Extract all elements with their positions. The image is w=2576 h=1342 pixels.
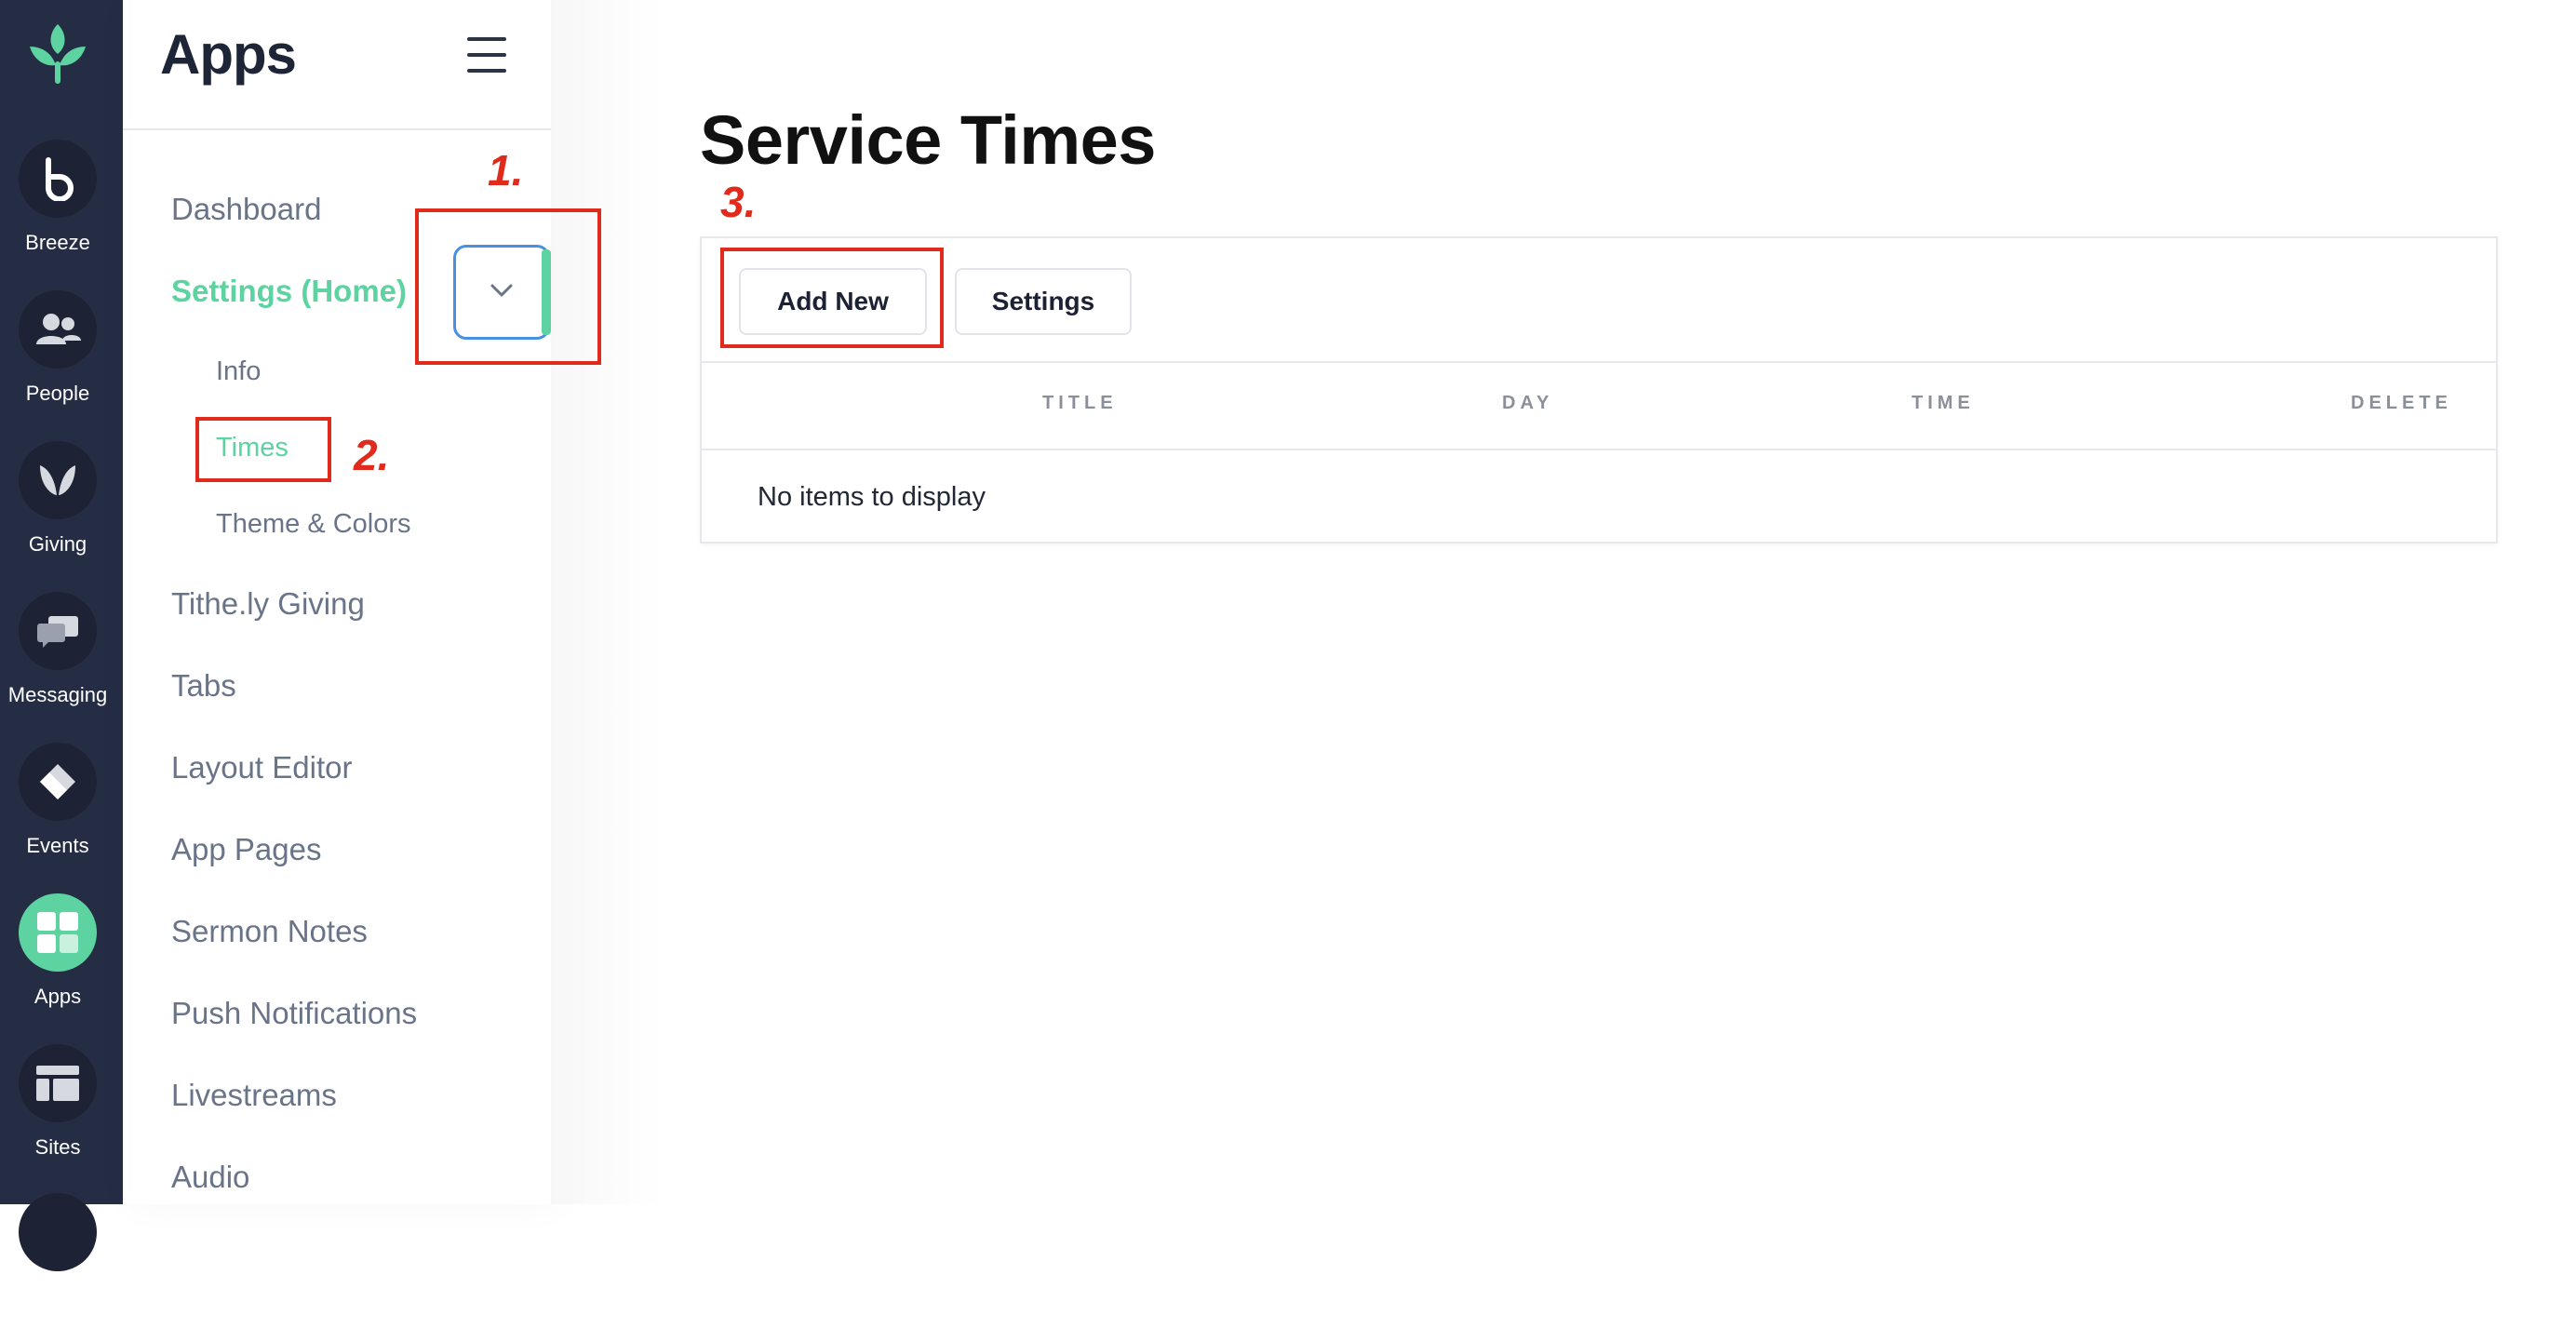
sidebar-subitem-theme-colors[interactable]: Theme & Colors — [216, 509, 411, 540]
rail-item-giving[interactable]: Giving — [0, 441, 123, 590]
sidebar-item-push-notifications[interactable]: Push Notifications — [171, 996, 417, 1031]
rail-label: Apps — [34, 985, 82, 1008]
events-icon — [19, 743, 97, 821]
sidebar-item-audio[interactable]: Audio — [171, 1160, 249, 1195]
rail-label: Sites — [34, 1135, 81, 1159]
sidebar-item-app-pages[interactable]: App Pages — [171, 832, 321, 867]
annotation-number-1: 1. — [488, 146, 524, 195]
sidebar-item-tithely-giving[interactable]: Tithe.ly Giving — [171, 586, 365, 622]
sidebar-item-livestreams[interactable]: Livestreams — [171, 1078, 337, 1113]
rail-item-apps[interactable]: Apps — [0, 893, 123, 1042]
annotation-box-3 — [720, 248, 944, 348]
column-header-delete: DELETE — [2351, 393, 2452, 413]
annotation-box-2 — [195, 417, 331, 482]
apps-icon — [19, 893, 97, 972]
hamburger-menu-icon[interactable] — [467, 37, 508, 74]
card-toolbar: Add New Settings — [702, 238, 2496, 363]
rail-label: People — [25, 382, 90, 405]
giving-icon — [19, 441, 97, 519]
sites-icon — [19, 1044, 97, 1122]
annotation-number-2: 2. — [354, 431, 390, 479]
table-divider — [702, 449, 2496, 450]
service-times-card: Add New Settings TITLE DAY TIME DELETE N… — [700, 236, 2498, 544]
tithely-logo-icon[interactable] — [24, 20, 91, 87]
column-header-title[interactable]: TITLE — [1042, 393, 1118, 414]
sidebar-title: Apps — [160, 23, 297, 86]
settings-button[interactable]: Settings — [955, 268, 1132, 335]
annotation-number-3: 3. — [720, 178, 757, 226]
rail-item-sites[interactable]: Sites — [0, 1044, 123, 1193]
sidebar-item-sermon-notes[interactable]: Sermon Notes — [171, 914, 368, 949]
messaging-icon — [19, 592, 97, 670]
column-header-day[interactable]: DAY — [1502, 393, 1553, 414]
rail-item-events[interactable]: Events — [0, 743, 123, 892]
sidebar-item-settings-home[interactable]: Settings (Home) — [171, 274, 407, 309]
more-icon — [19, 1193, 97, 1271]
rail-label: Breeze — [25, 231, 90, 254]
page-title: Service Times — [700, 101, 1156, 179]
rail-label: Events — [26, 834, 89, 857]
rail-item-messaging[interactable]: Messaging — [0, 592, 123, 741]
empty-state-message: No items to display — [758, 482, 986, 512]
rail-label: Messaging — [7, 683, 108, 706]
apps-sidebar: Apps Dashboard Settings (Home) Info Time… — [123, 0, 551, 1204]
rail-label: Giving — [28, 532, 87, 556]
column-header-time[interactable]: TIME — [1912, 393, 1975, 414]
annotation-box-1 — [415, 208, 601, 365]
sidebar-item-tabs[interactable]: Tabs — [171, 668, 236, 704]
breeze-icon — [19, 140, 97, 218]
sidebar-subitem-info[interactable]: Info — [216, 356, 261, 387]
sidebar-item-dashboard[interactable]: Dashboard — [171, 192, 321, 227]
sidebar-header: Apps — [123, 0, 551, 130]
app-rail: Breeze People Giving Messaging Events Ap… — [0, 0, 123, 1271]
people-icon — [19, 290, 97, 369]
rail-item-breeze[interactable]: Breeze — [0, 140, 123, 289]
rail-item-more[interactable] — [0, 1193, 123, 1342]
sidebar-shadow — [551, 0, 663, 1204]
sidebar-item-layout-editor[interactable]: Layout Editor — [171, 750, 352, 785]
rail-item-people[interactable]: People — [0, 290, 123, 439]
